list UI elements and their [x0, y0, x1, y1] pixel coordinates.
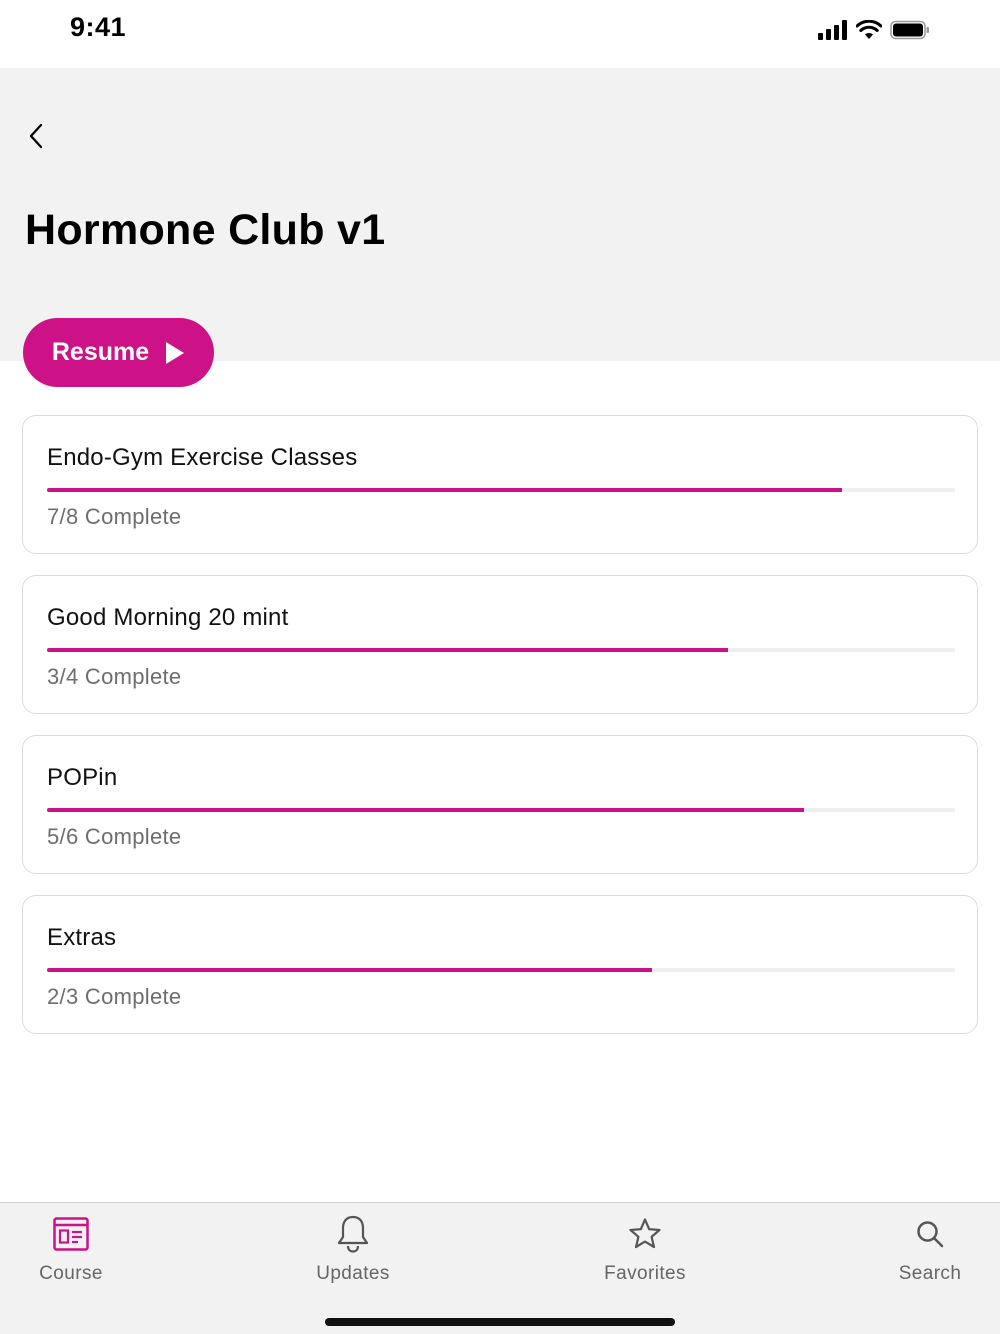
course-status: 3/4 Complete — [47, 664, 182, 689]
tab-label: Updates — [316, 1263, 390, 1284]
home-indicator — [325, 1318, 675, 1326]
progress-fill — [47, 488, 842, 492]
search-icon — [917, 1221, 944, 1248]
course-card[interactable]: Extras 2/3 Complete — [22, 895, 978, 1034]
star-icon — [629, 1218, 661, 1249]
wifi-icon — [856, 20, 882, 39]
tab-course[interactable]: Course — [0, 1215, 151, 1285]
course-list: Endo-Gym Exercise Classes 7/8 Complete G… — [22, 415, 978, 1055]
cellular-signal-icon — [818, 20, 847, 40]
tab-updates[interactable]: Updates — [273, 1215, 433, 1285]
progress-bar — [47, 808, 955, 812]
page-title: Hormone Club v1 — [25, 206, 386, 254]
play-icon — [166, 341, 185, 364]
status-bar: 9:41 — [0, 0, 1000, 68]
tab-label: Course — [39, 1263, 103, 1284]
course-card[interactable]: POPin 5/6 Complete — [22, 735, 978, 874]
course-title: Endo-Gym Exercise Classes — [47, 444, 358, 471]
course-status: 7/8 Complete — [47, 504, 182, 529]
progress-fill — [47, 808, 804, 812]
status-icons — [818, 19, 930, 41]
status-time: 9:41 — [70, 12, 127, 42]
progress-bar — [47, 648, 955, 652]
resume-button[interactable]: Resume — [23, 318, 214, 387]
course-title: Good Morning 20 mint — [47, 604, 289, 631]
course-card[interactable]: Good Morning 20 mint 3/4 Complete — [22, 575, 978, 714]
progress-fill — [47, 648, 728, 652]
tab-search[interactable]: Search — [850, 1215, 1000, 1285]
course-icon — [53, 1217, 89, 1251]
battery-icon — [890, 20, 929, 40]
resume-button-label: Resume — [51, 338, 150, 366]
course-status: 5/6 Complete — [47, 824, 182, 849]
progress-fill — [47, 968, 653, 972]
course-status: 2/3 Complete — [47, 984, 182, 1009]
course-title: POPin — [47, 764, 118, 791]
progress-bar — [47, 968, 955, 972]
tab-favorites[interactable]: Favorites — [565, 1215, 725, 1285]
tab-bar: Course Updates Favorites Search — [0, 1202, 1000, 1334]
course-title: Extras — [47, 924, 117, 951]
course-card[interactable]: Endo-Gym Exercise Classes 7/8 Complete — [22, 415, 978, 554]
tab-label: Favorites — [604, 1263, 686, 1284]
chevron-left-icon — [29, 123, 43, 149]
tab-label: Search — [898, 1263, 962, 1284]
bell-icon — [337, 1215, 369, 1253]
screen: 9:41 Hormone Club v1 Resume Endo-Gym Exe… — [0, 0, 1000, 1334]
back-button[interactable] — [20, 116, 52, 156]
progress-bar — [47, 488, 955, 492]
